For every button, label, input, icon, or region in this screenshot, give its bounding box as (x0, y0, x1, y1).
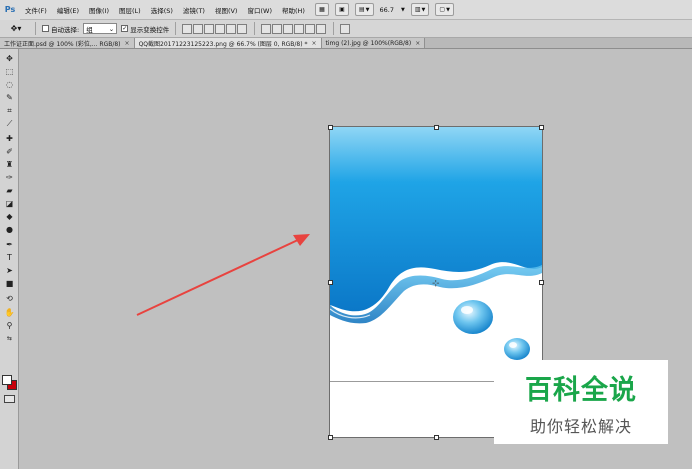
bridge-icon[interactable]: ▦ (315, 3, 329, 16)
arrange-docs-icon[interactable]: ▥ ▼ (410, 3, 430, 16)
tab-label: QQ截图20171223125223.png @ 66.7% (图层 0, RG… (138, 40, 308, 48)
dodge-tool-icon[interactable]: ● (4, 224, 15, 235)
shape-tool-icon[interactable]: ■ (4, 278, 15, 289)
tab-document-3[interactable]: timg (2).jpg @ 100%(RGB/8) × (321, 38, 426, 48)
view-extras-icon[interactable]: ▤ ▼ (355, 3, 374, 16)
show-transform-label: 显示变换控件 (130, 25, 170, 34)
menu-layer[interactable]: 图层(L) (114, 5, 146, 15)
menu-select[interactable]: 选择(S) (146, 5, 178, 15)
lasso-tool-icon[interactable]: ◌ (4, 79, 15, 90)
distribute-hcenter-icon[interactable] (305, 23, 316, 34)
distribute-top-icon[interactable] (261, 23, 272, 34)
tab-document-2[interactable]: QQ截图20171223125223.png @ 66.7% (图层 0, RG… (134, 38, 322, 48)
marquee-tool-icon[interactable]: ⬚ (4, 66, 15, 77)
menu-view[interactable]: 视图(V) (210, 5, 243, 15)
quick-mask-icon[interactable] (4, 395, 15, 403)
align-bottom-icon[interactable] (204, 23, 215, 34)
history-brush-tool-icon[interactable]: ✑ (4, 172, 15, 183)
close-icon[interactable]: × (125, 40, 130, 47)
type-tool-icon[interactable]: T (4, 252, 15, 263)
pen-tool-icon[interactable]: ✒ (4, 239, 15, 250)
transform-handle-top-left[interactable] (328, 125, 333, 130)
menu-edit[interactable]: 编辑(E) (52, 5, 84, 15)
photoshop-logo: Ps (0, 0, 20, 20)
distribute-right-icon[interactable] (316, 23, 327, 34)
menu-window[interactable]: 窗口(W) (242, 5, 277, 15)
options-bar: ✥▾ 自动选择: 组 ⌄ ✓ 显示变换控件 (0, 20, 692, 38)
eraser-tool-icon[interactable]: ▰ (4, 185, 15, 196)
transform-handle-bottom-left[interactable] (328, 435, 333, 440)
healing-brush-tool-icon[interactable]: ✚ (4, 133, 15, 144)
menu-help[interactable]: 帮助(H) (277, 5, 310, 15)
auto-select-box[interactable] (42, 25, 49, 32)
foreground-color-swatch[interactable] (2, 375, 12, 385)
close-icon[interactable]: × (311, 40, 316, 47)
menu-file[interactable]: 文件(F) (20, 5, 52, 15)
transform-center-icon[interactable]: ⊹ (432, 279, 440, 289)
align-top-icon[interactable] (182, 23, 193, 34)
transform-handle-left[interactable] (328, 280, 333, 285)
show-transform-box[interactable]: ✓ (121, 25, 129, 32)
distribute-buttons (261, 23, 327, 34)
tab-label: timg (2).jpg @ 100%(RGB/8) (325, 39, 412, 47)
separator (175, 22, 177, 35)
auto-select-dropdown[interactable]: 组 ⌄ (83, 23, 118, 34)
clone-stamp-tool-icon[interactable]: ♜ (4, 159, 15, 170)
transform-handle-bottom[interactable] (434, 435, 439, 440)
zoom-tool-icon[interactable]: ⚲ (4, 320, 15, 331)
show-transform-checkbox[interactable]: ✓ 显示变换控件 (121, 24, 169, 34)
align-left-icon[interactable] (215, 23, 226, 34)
swap-colors-icon[interactable]: ⇆ (4, 333, 15, 344)
tab-label: 工作证正面.psd @ 100% (彩位,... RGB/8) (4, 40, 121, 48)
transform-handle-top[interactable] (434, 125, 439, 130)
photoshop-window: Ps 文件(F) 编辑(E) 图像(I) 图层(L) 选择(S) 滤镜(T) 视… (0, 0, 692, 469)
separator (254, 22, 256, 35)
auto-align-icon[interactable] (340, 23, 351, 34)
auto-select-checkbox[interactable]: 自动选择: (42, 24, 79, 34)
move-tool-icon[interactable]: ✥ (4, 53, 15, 64)
distribute-left-icon[interactable] (294, 23, 305, 34)
align-vcenter-icon[interactable] (193, 23, 204, 34)
toolbox: ✥ ⬚ ◌ ✎ ⌗ ⟋ ✚ ✐ ♜ ✑ ▰ ◪ ◆ ● ✒ T ➤ ■ ⟲ ✋ … (0, 49, 19, 469)
close-icon[interactable]: × (415, 40, 420, 47)
blur-tool-icon[interactable]: ◆ (4, 211, 15, 222)
paint-bucket-tool-icon[interactable]: ◪ (4, 198, 15, 209)
menu-bar: Ps 文件(F) 编辑(E) 图像(I) 图层(L) 选择(S) 滤镜(T) 视… (0, 0, 692, 20)
transform-handle-top-right[interactable] (539, 125, 544, 130)
hand-tool-icon[interactable]: ✋ (4, 307, 15, 318)
watermark-subtitle: 助你轻松解决 (529, 416, 632, 436)
eyedropper-tool-icon[interactable]: ⟋ (4, 118, 15, 129)
menu-filter[interactable]: 滤镜(T) (178, 5, 210, 15)
transform-handle-right[interactable] (539, 280, 544, 285)
watermark-logo: 百科全说 助你轻松解决 (494, 360, 668, 444)
path-select-tool-icon[interactable]: ➤ (4, 265, 15, 276)
distribute-vcenter-icon[interactable] (272, 23, 283, 34)
brush-tool-icon[interactable]: ✐ (4, 146, 15, 157)
screen-mode-icon[interactable]: ▢ ▼ (435, 3, 454, 16)
align-hcenter-icon[interactable] (226, 23, 237, 34)
watermark-title: 百科全说 (525, 374, 637, 406)
minibridge-icon[interactable]: ▣ (335, 3, 349, 16)
align-right-icon[interactable] (237, 23, 248, 34)
3d-rotate-tool-icon[interactable]: ⟲ (4, 293, 15, 304)
align-buttons (182, 23, 248, 34)
move-tool-preset-icon[interactable]: ✥▾ (3, 22, 29, 36)
menubar-controls: ▦ ▣ ▤ ▼ 66.7 ▼ ▥ ▼ ▢ ▼ (315, 3, 454, 16)
quick-select-tool-icon[interactable]: ✎ (4, 92, 15, 103)
tab-document-1[interactable]: 工作证正面.psd @ 100% (彩位,... RGB/8) × (0, 38, 135, 48)
auto-select-value: 组 (86, 25, 93, 34)
distribute-bottom-icon[interactable] (283, 23, 294, 34)
chevron-down-icon: ⌄ (108, 24, 115, 33)
separator (333, 22, 335, 35)
zoom-level[interactable]: 66.7 (380, 6, 394, 14)
crop-tool-icon[interactable]: ⌗ (4, 105, 15, 116)
zoom-dropdown-icon[interactable]: ▼ (401, 7, 405, 13)
menu-image[interactable]: 图像(I) (84, 5, 114, 15)
separator (35, 22, 36, 35)
document-tabs: 工作证正面.psd @ 100% (彩位,... RGB/8) × QQ截图20… (0, 38, 692, 49)
auto-select-label: 自动选择: (51, 25, 80, 34)
